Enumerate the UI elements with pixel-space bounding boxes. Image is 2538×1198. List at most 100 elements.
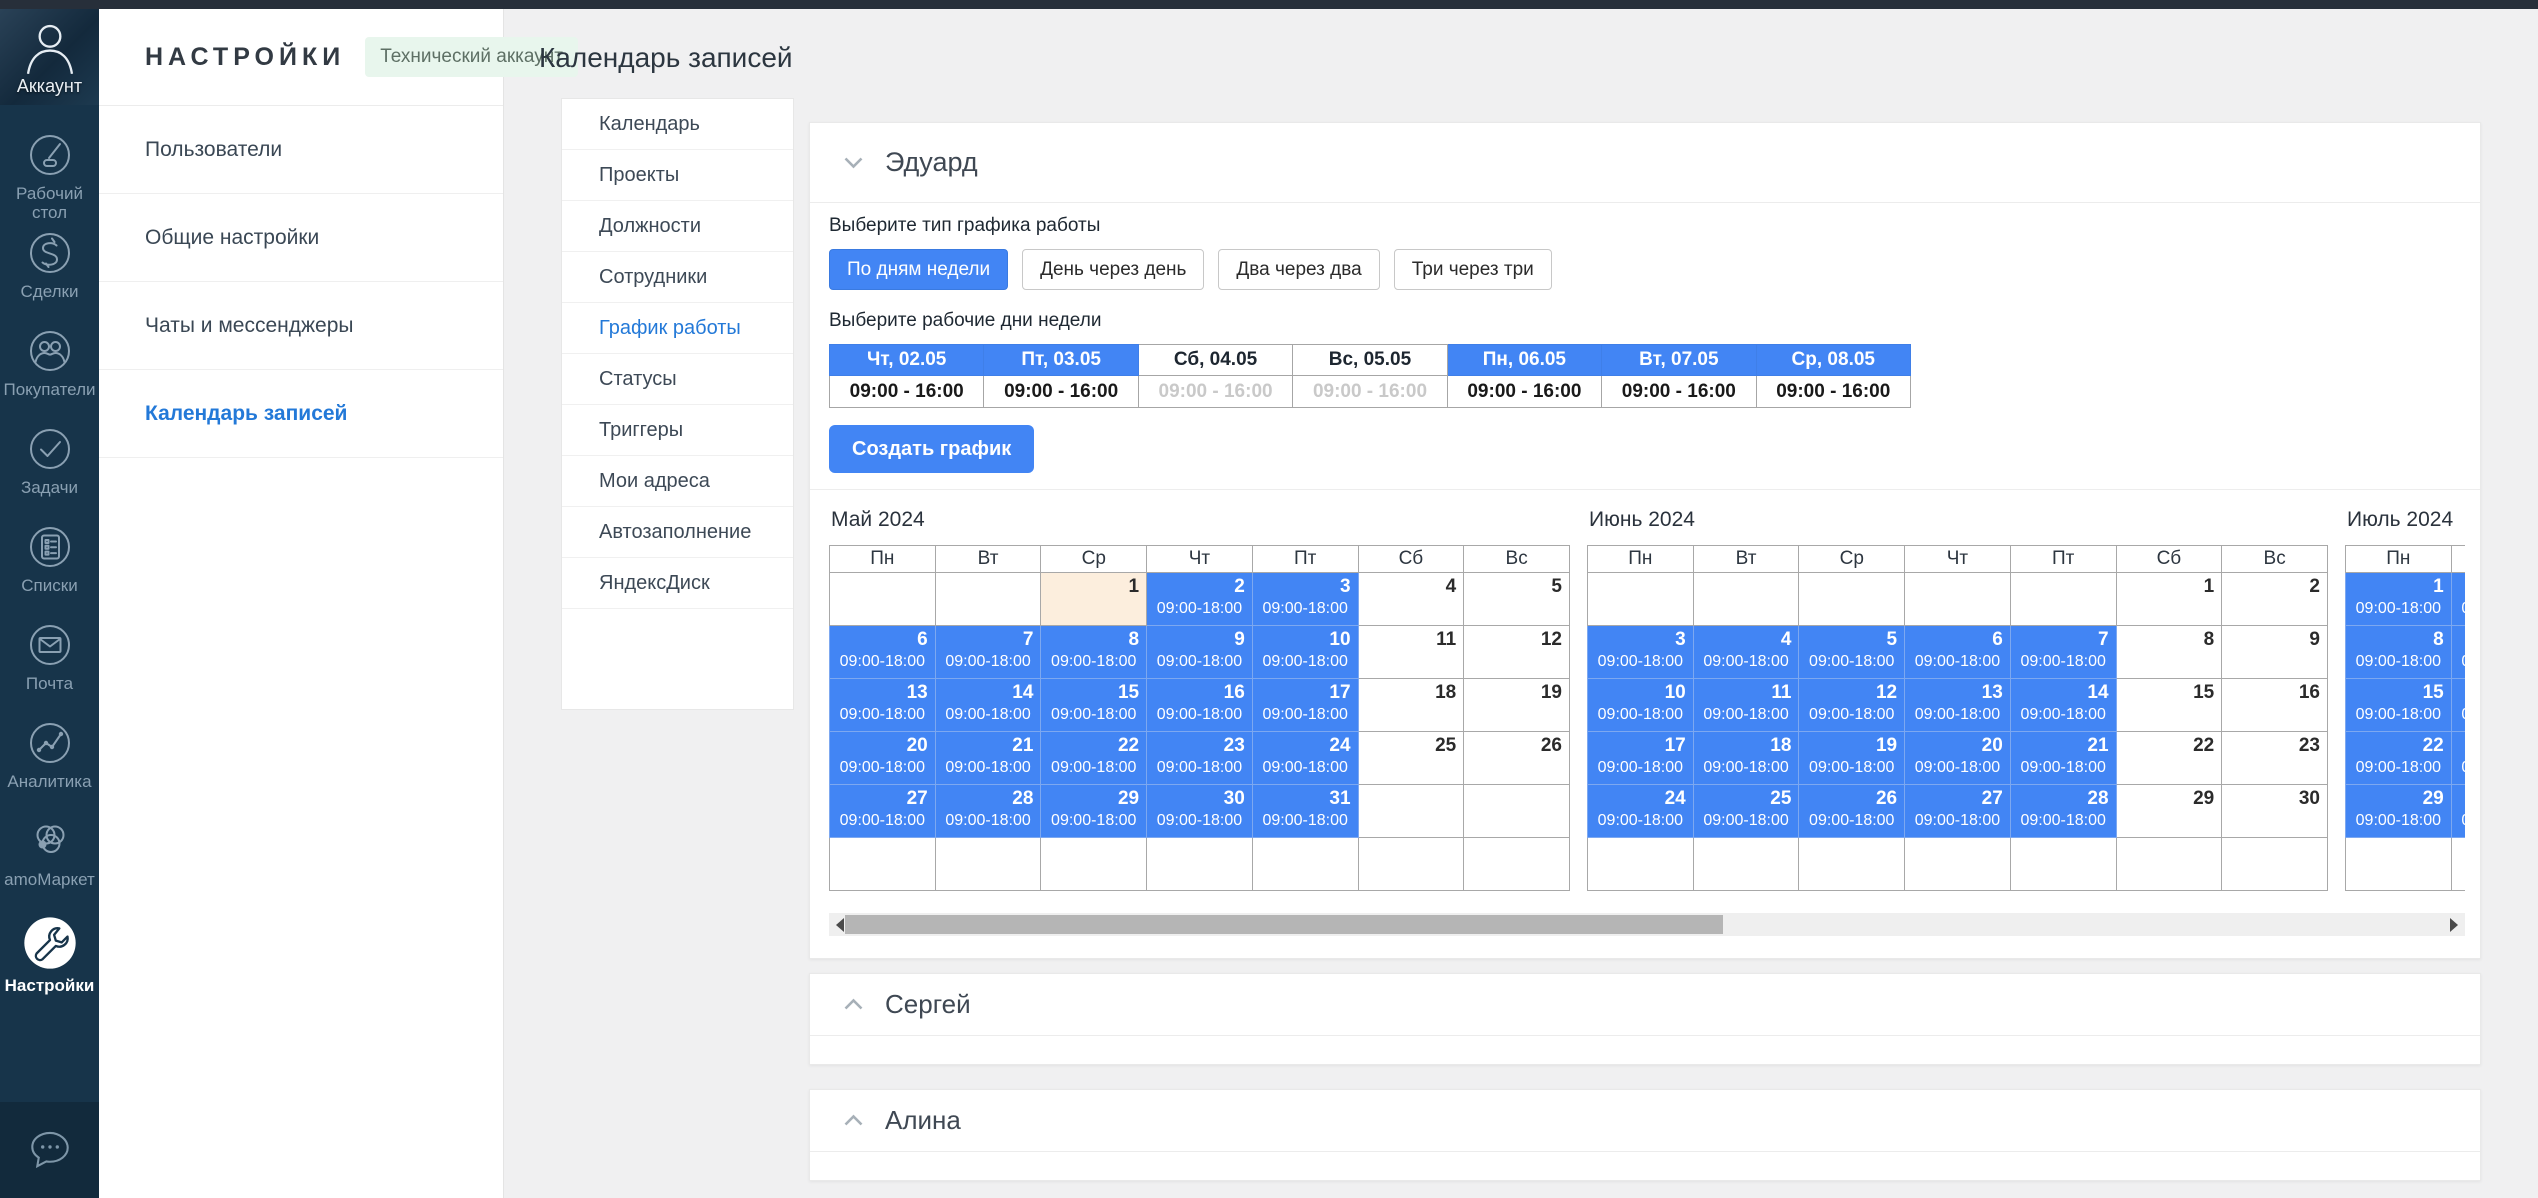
calendar-day[interactable]: 25 [1358,732,1464,785]
calendar-day[interactable]: 309:00-18:00 [1252,573,1358,626]
calendar-day[interactable] [1358,838,1464,891]
calendar-day[interactable]: 18 [1358,679,1464,732]
calendar-day[interactable] [1588,838,1694,891]
rail-item-tasks[interactable]: Задачи [0,419,99,517]
calendar-day[interactable]: 2 [2222,573,2328,626]
employee-section-header[interactable]: Алина [810,1090,2480,1152]
rail-item-lists[interactable]: Списки [0,517,99,615]
calendar-day[interactable] [1464,785,1570,838]
calendar-day[interactable]: 2209:00-18:00 [2346,732,2452,785]
calendar-day[interactable] [1252,838,1358,891]
calendar-day[interactable]: 509:00-18:00 [1799,626,1905,679]
scrollbar-thumb[interactable] [845,915,1723,934]
calendar-day[interactable]: 11 [1358,626,1464,679]
scroll-left-arrow-icon[interactable] [836,918,844,932]
calendar-day[interactable]: 209:00-18:00 [1147,573,1253,626]
calendar-day[interactable]: 2009:00-18:00 [830,732,936,785]
calendar-day[interactable]: 809:00-18:00 [1041,626,1147,679]
calendar-day[interactable] [935,838,1041,891]
calendar-day[interactable]: 2909:00-18:00 [2346,785,2452,838]
calendar-day[interactable] [1905,573,2011,626]
calendar-day[interactable] [2116,838,2222,891]
create-schedule-button[interactable]: Создать график [829,425,1034,473]
calendar-day[interactable]: 2709:00-18:00 [1905,785,2011,838]
calendar-day[interactable]: 2809:00-18:00 [935,785,1041,838]
calendar-day[interactable] [1041,838,1147,891]
account-tile[interactable]: Аккаунт [0,9,99,105]
calendar-day[interactable] [830,838,936,891]
calendar-day[interactable]: 409:00-18:00 [1693,626,1799,679]
calendar-day[interactable]: 1009:00-18:00 [1252,626,1358,679]
calendar-day[interactable] [830,573,936,626]
section-menu-item[interactable]: ЯндексДиск [562,558,793,609]
calendar-day[interactable]: 1009:00-18:00 [1588,679,1694,732]
calendar-day[interactable] [1358,785,1464,838]
calendar-day[interactable] [1799,838,1905,891]
weekday-cell[interactable]: Пт, 03.05 [984,345,1138,376]
calendar-day[interactable]: 2509:00-18:00 [1693,785,1799,838]
calendar-day[interactable]: 2309:00-18:00 [2451,732,2465,785]
calendar-day[interactable]: 209:00-18:00 [2451,573,2465,626]
calendar-day[interactable] [2010,838,2116,891]
calendar-day[interactable]: 2309:00-18:00 [1147,732,1253,785]
calendar-day[interactable]: 109:00-18:00 [2346,573,2452,626]
calendar-day[interactable]: 1509:00-18:00 [1041,679,1147,732]
weekday-cell[interactable]: Пн, 06.05 [1447,345,1601,376]
calendar-day[interactable] [1799,573,1905,626]
weekday-time-cell[interactable]: 09:00 - 16:00 [984,376,1138,408]
section-menu-item[interactable]: Должности [562,201,793,252]
calendar-day[interactable]: 2109:00-18:00 [935,732,1041,785]
calendar-day[interactable]: 8 [2116,626,2222,679]
calendar-day[interactable]: 909:00-18:00 [1147,626,1253,679]
rail-item-analytics[interactable]: Аналитика [0,713,99,811]
employee-section-header[interactable]: Сергей [810,974,2480,1036]
calendar-day[interactable]: 1209:00-18:00 [1799,679,1905,732]
rail-item-amomarket[interactable]: amoМаркет [0,811,99,909]
calendar-day[interactable]: 15 [2116,679,2222,732]
calendar-day[interactable] [1905,838,2011,891]
section-menu-item[interactable]: Статусы [562,354,793,405]
rail-item-settings[interactable]: Настройки [0,909,99,1007]
calendar-day[interactable]: 26 [1464,732,1570,785]
settings-menu-item[interactable]: Общие настройки [99,194,503,282]
calendar-day[interactable]: 1309:00-18:00 [1905,679,2011,732]
section-menu-item[interactable]: График работы [562,303,793,354]
calendar-day[interactable]: 2809:00-18:00 [2010,785,2116,838]
weekday-cell[interactable]: Ср, 08.05 [1756,345,1910,376]
calendar-day[interactable]: 1 [1041,573,1147,626]
weekday-cell[interactable]: Сб, 04.05 [1138,345,1292,376]
calendar-day[interactable]: 1709:00-18:00 [1588,732,1694,785]
calendar-day[interactable]: 3109:00-18:00 [1252,785,1358,838]
calendar-day[interactable] [1693,573,1799,626]
calendar-day[interactable]: 609:00-18:00 [830,626,936,679]
weekday-time-cell[interactable]: 09:00 - 16:00 [1138,376,1292,408]
calendar-day[interactable]: 22 [2116,732,2222,785]
calendar-day[interactable]: 1109:00-18:00 [1693,679,1799,732]
calendar-day[interactable]: 2009:00-18:00 [1905,732,2011,785]
calendar-day[interactable]: 1 [2116,573,2222,626]
settings-menu-item[interactable]: Календарь записей [99,370,503,458]
calendar-day[interactable]: 709:00-18:00 [2010,626,2116,679]
weekday-time-cell[interactable]: 09:00 - 16:00 [830,376,984,408]
calendar-day[interactable]: 609:00-18:00 [1905,626,2011,679]
calendar-day[interactable]: 1409:00-18:00 [2010,679,2116,732]
calendar-day[interactable]: 2209:00-18:00 [1041,732,1147,785]
calendar-day[interactable]: 4 [1358,573,1464,626]
calendar-day[interactable]: 23 [2222,732,2328,785]
calendar-day[interactable]: 709:00-18:00 [935,626,1041,679]
weekday-time-cell[interactable]: 09:00 - 16:00 [1602,376,1756,408]
calendar-day[interactable]: 2709:00-18:00 [830,785,936,838]
calendar-day[interactable]: 309:00-18:00 [1588,626,1694,679]
employee-section-header[interactable]: Эдуард [810,123,2480,203]
weekday-cell[interactable]: Вт, 07.05 [1602,345,1756,376]
weekday-cell[interactable]: Чт, 02.05 [830,345,984,376]
settings-menu-item[interactable]: Пользователи [99,106,503,194]
calendar-day[interactable]: 29 [2116,785,2222,838]
calendar-day[interactable] [1588,573,1694,626]
schedule-type-button[interactable]: Два через два [1218,249,1379,290]
section-menu-item[interactable]: Мои адреса [562,456,793,507]
calendar-day[interactable] [1464,838,1570,891]
calendar-day[interactable]: 909:00-18:00 [2451,626,2465,679]
section-menu-item[interactable]: Сотрудники [562,252,793,303]
weekday-time-cell[interactable]: 09:00 - 16:00 [1293,376,1447,408]
